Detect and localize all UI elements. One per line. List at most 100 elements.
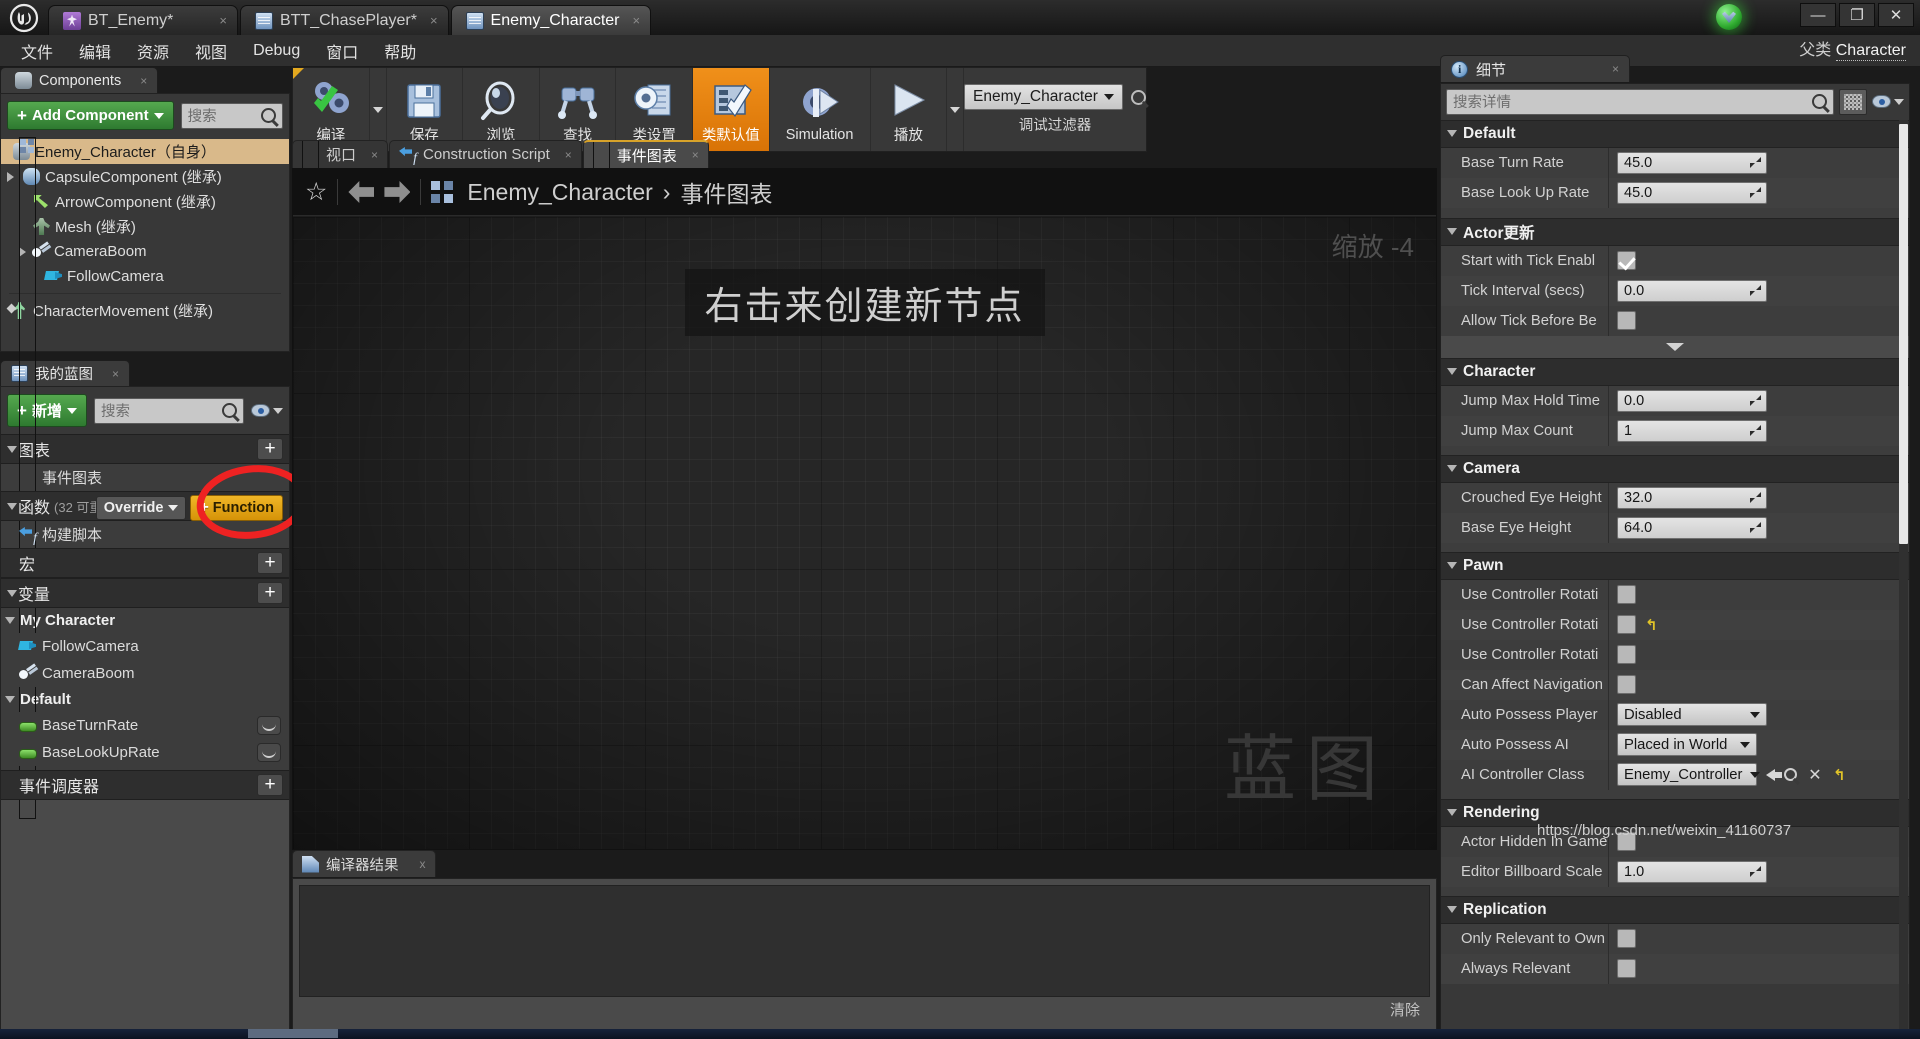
tab-details[interactable]: 细节 ×: [1440, 55, 1630, 82]
section-header-functions[interactable]: 函数 (32 可重载) Override + Function: [1, 491, 289, 521]
search-icon[interactable]: [1130, 89, 1146, 105]
toolbar-button-class-settings[interactable]: 类设置: [616, 68, 693, 151]
menu-item-file[interactable]: 文件: [8, 35, 66, 67]
search-icon[interactable]: [1784, 768, 1797, 781]
expander-icon[interactable]: [7, 589, 17, 597]
clear-button[interactable]: 清除: [1390, 999, 1420, 1020]
toolbar-button-find[interactable]: 查找: [540, 68, 617, 151]
section-header-graphs[interactable]: 图表 +: [1, 434, 289, 464]
expander-icon[interactable]: [7, 445, 17, 453]
auto-possess-ai-select[interactable]: Placed in World: [1617, 733, 1757, 756]
component-row-mesh[interactable]: Mesh (继承): [1, 214, 289, 239]
close-icon[interactable]: ×: [633, 13, 641, 28]
forward-arrow-icon[interactable]: [384, 181, 411, 203]
favorite-star-icon[interactable]: ☆: [305, 177, 327, 207]
toolbar-button-compile[interactable]: 编译: [293, 68, 370, 151]
base-look-up-rate-input[interactable]: 45.0: [1617, 181, 1767, 204]
jump-max-count-input[interactable]: 1: [1617, 419, 1767, 442]
add-variable-button[interactable]: +: [257, 582, 283, 604]
back-arrow-icon[interactable]: [348, 181, 375, 203]
close-icon[interactable]: ×: [565, 148, 572, 162]
details-search-input[interactable]: 搜索详情: [1446, 88, 1834, 115]
close-icon[interactable]: x: [420, 857, 426, 871]
component-row-self[interactable]: Enemy_Character（自身）: [1, 139, 289, 164]
compile-options-dropdown[interactable]: [370, 68, 387, 151]
add-function-button[interactable]: + Function: [190, 495, 283, 521]
close-icon[interactable]: ×: [430, 13, 438, 28]
can-affect-navigation-checkbox[interactable]: [1617, 675, 1636, 694]
component-row-followcamera[interactable]: FollowCamera: [1, 264, 289, 289]
expander-icon[interactable]: [1447, 130, 1457, 137]
close-icon[interactable]: ×: [112, 367, 119, 381]
show-advanced-button[interactable]: [1441, 335, 1909, 358]
spinner-icon[interactable]: [1750, 522, 1761, 533]
debug-filter-select[interactable]: Enemy_Character: [964, 84, 1123, 110]
add-graph-button[interactable]: +: [257, 438, 283, 460]
expander-icon[interactable]: [7, 171, 14, 182]
window-tab-btt-chaseplayer[interactable]: BTT_ChasePlayer* ×: [240, 5, 449, 35]
variable-visibility-toggle[interactable]: [257, 743, 281, 762]
spinner-icon[interactable]: [1750, 187, 1761, 198]
close-icon[interactable]: ×: [219, 13, 227, 28]
use-controller-rotation-roll-checkbox[interactable]: [1617, 645, 1636, 664]
section-header-macros[interactable]: 宏 +: [1, 548, 289, 578]
spinner-icon[interactable]: [1750, 157, 1761, 168]
component-row-capsule[interactable]: CapsuleComponent (继承): [1, 164, 289, 189]
taskbar-item[interactable]: [248, 1029, 338, 1038]
details-view-grid-button[interactable]: [1839, 88, 1867, 115]
menu-item-asset[interactable]: 资源: [124, 35, 182, 67]
close-icon[interactable]: ×: [371, 148, 378, 162]
start-with-tick-enabled-checkbox[interactable]: [1617, 251, 1636, 270]
variable-row-followcamera[interactable]: FollowCamera: [1, 633, 289, 660]
always-relevant-checkbox[interactable]: [1617, 959, 1636, 978]
component-row-arrow[interactable]: ArrowComponent (继承): [1, 189, 289, 214]
live-coding-status-icon[interactable]: [1716, 4, 1742, 30]
expander-icon[interactable]: [1447, 906, 1457, 913]
compiler-results-list[interactable]: [299, 884, 1430, 997]
expander-icon[interactable]: [5, 617, 15, 624]
expander-icon[interactable]: [7, 502, 17, 510]
breadcrumb-root[interactable]: Enemy_Character: [467, 179, 652, 206]
event-graph-canvas[interactable]: ☆ Enemy_Character › 事件图表 右击来创建新节点 缩放 -4 …: [292, 168, 1437, 850]
play-options-dropdown[interactable]: [947, 68, 965, 151]
visibility-options-button[interactable]: [251, 404, 283, 417]
ai-controller-class-select[interactable]: Enemy_Controller: [1617, 763, 1761, 786]
myblueprint-search-input[interactable]: 搜索: [93, 397, 244, 424]
base-eye-height-input[interactable]: 64.0: [1617, 516, 1767, 539]
add-component-button[interactable]: + Add Component: [7, 101, 174, 130]
clear-icon[interactable]: ✕: [1806, 766, 1824, 784]
close-icon[interactable]: ×: [140, 74, 147, 88]
menu-item-edit[interactable]: 编辑: [66, 35, 124, 67]
expander-icon[interactable]: [5, 696, 15, 703]
toolbar-button-class-defaults[interactable]: 类默认值: [693, 68, 770, 151]
override-function-button[interactable]: Override: [95, 496, 187, 520]
reset-to-default-icon[interactable]: ↰: [1645, 616, 1658, 634]
details-scroll-region[interactable]: Default Base Turn Rate 45.0 Base Look Up…: [1441, 119, 1909, 1031]
breadcrumb-leaf[interactable]: 事件图表: [680, 175, 772, 209]
editor-billboard-scale-input[interactable]: 1.0: [1617, 860, 1767, 883]
add-event-dispatcher-button[interactable]: +: [257, 774, 283, 796]
component-row-charactermovement[interactable]: CharacterMovement (继承): [1, 298, 289, 323]
variable-row-baselookuprate[interactable]: BaseLookUpRate: [1, 739, 289, 766]
details-scrollbar-thumb[interactable]: [1899, 123, 1908, 544]
expander-icon[interactable]: [1447, 809, 1457, 816]
spinner-icon[interactable]: [1750, 866, 1761, 877]
toolbar-button-simulation[interactable]: Simulation: [770, 68, 871, 151]
tab-viewport[interactable]: 视口 ×: [292, 140, 389, 168]
expander-icon[interactable]: [1447, 368, 1457, 375]
window-tab-bt-enemy[interactable]: BT_Enemy* ×: [48, 5, 238, 35]
tab-event-graph[interactable]: 事件图表 ×: [582, 140, 709, 168]
function-item-construction-script[interactable]: 构建脚本: [1, 521, 289, 548]
details-visibility-button[interactable]: [1872, 95, 1904, 108]
expander-icon[interactable]: [1447, 228, 1457, 235]
only-relevant-to-owner-checkbox[interactable]: [1617, 929, 1636, 948]
variable-row-cameraboom[interactable]: CameraBoom: [1, 660, 289, 687]
variable-category-default[interactable]: Default: [1, 687, 289, 712]
spinner-icon[interactable]: [1750, 492, 1761, 503]
crouched-eye-height-input[interactable]: 32.0: [1617, 486, 1767, 509]
menu-item-debug[interactable]: Debug: [240, 38, 313, 64]
menu-item-help[interactable]: 帮助: [371, 35, 429, 67]
close-icon[interactable]: ×: [692, 148, 699, 162]
details-category-replication[interactable]: Replication: [1441, 895, 1909, 924]
tick-interval-input[interactable]: 0.0: [1617, 279, 1767, 302]
